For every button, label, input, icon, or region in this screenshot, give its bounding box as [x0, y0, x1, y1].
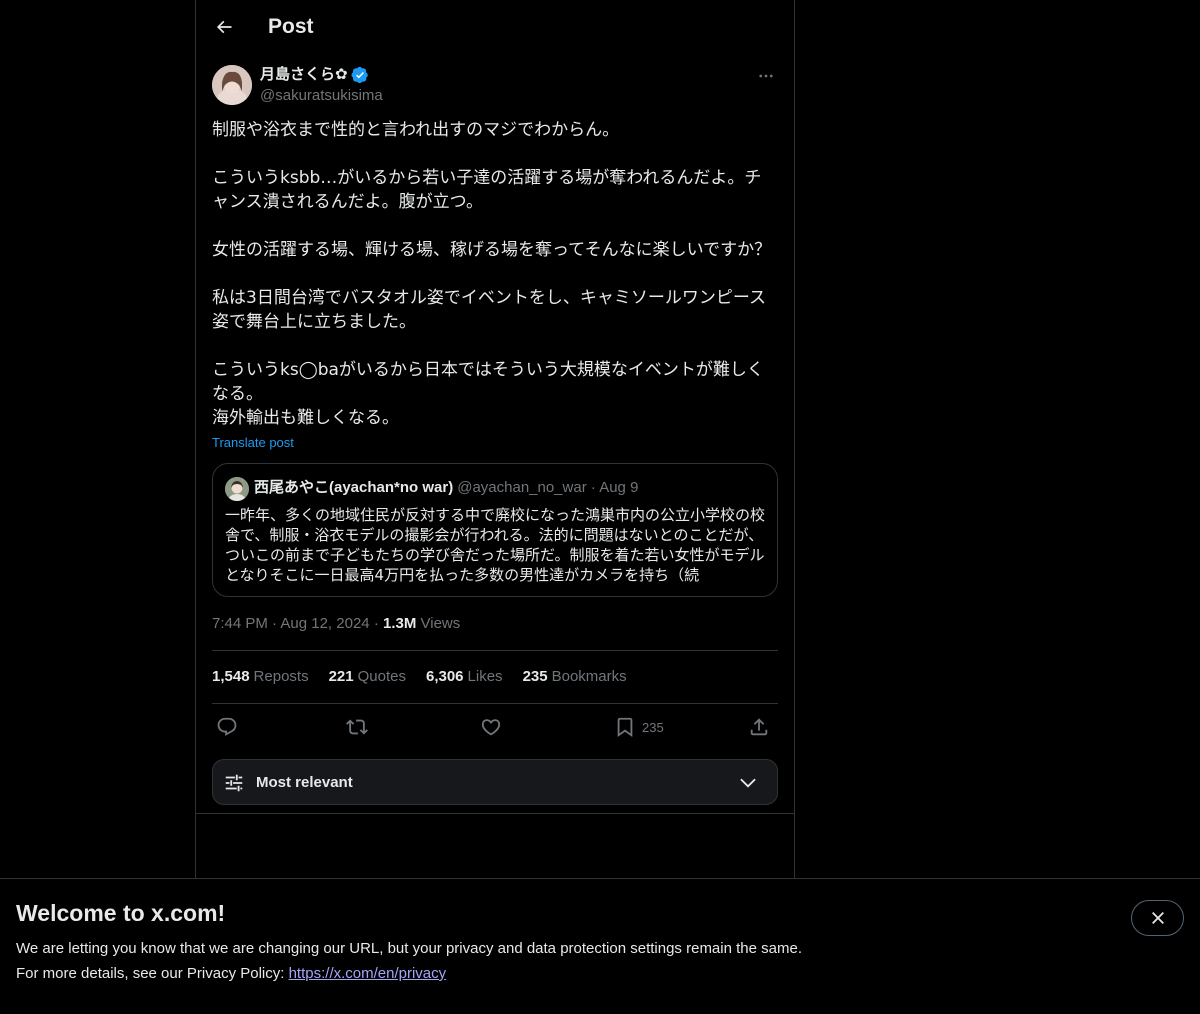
meta-separator: ·: [272, 615, 278, 632]
author-handle[interactable]: @sakuratsukisima: [260, 86, 383, 106]
post-line: 私は3日間台湾でバスタオル姿でイベントをし、キャミソールワンピース姿で舞台上に立…: [212, 288, 766, 332]
page-title: Post: [268, 15, 314, 38]
post-date[interactable]: Aug 12, 2024: [280, 615, 369, 632]
stat-quotes[interactable]: 221 Quotes: [329, 667, 406, 687]
quote-avatar-image: [225, 477, 249, 501]
like-button[interactable]: [480, 712, 502, 742]
heart-icon: [481, 719, 501, 736]
quoted-post[interactable]: 西尾あやこ(ayachan*no war) @ayachan_no_war · A…: [212, 463, 778, 597]
post-time[interactable]: 7:44 PM: [212, 615, 268, 632]
bookmark-button[interactable]: 235: [614, 712, 664, 742]
post-line: 海外輸出も難しくなる。: [212, 408, 399, 428]
stat-label: Bookmarks: [551, 668, 627, 685]
stat-label: Reposts: [253, 668, 309, 685]
banner-title: Welcome to x.com!: [16, 900, 226, 926]
top-bar: Post: [196, 0, 794, 54]
divider: [212, 650, 778, 651]
banner-line: We are letting you know that we are chan…: [16, 940, 802, 957]
avatar[interactable]: [212, 65, 252, 105]
repost-button[interactable]: [346, 712, 368, 742]
stat-count: 6,306: [425, 668, 464, 685]
action-bar: 235: [212, 712, 778, 742]
post-text: 制服や浴衣まで性的と言われ出すのマジでわからん。 こういうksbb…がいるから若…: [212, 118, 778, 430]
bookmark-count: 235: [642, 719, 664, 735]
quote-avatar: [225, 477, 249, 501]
meta-separator: ·: [373, 615, 379, 632]
post-line: 女性の活躍する場、輝ける場、稼げる場を奪ってそんなに楽しいですか？: [212, 240, 772, 260]
translate-post-link[interactable]: Translate post: [212, 434, 294, 452]
avatar-image: [212, 65, 252, 105]
more-horizontal-icon: [759, 74, 773, 78]
sort-label: Most relevant: [256, 774, 353, 791]
banner-line-prefix: For more details, see our Privacy Policy…: [16, 965, 289, 982]
post-meta: 7:44 PM · Aug 12, 2024 · 1.3M Views: [212, 614, 460, 634]
close-icon: [1151, 912, 1164, 924]
share-icon: [750, 718, 768, 736]
post-author: 月島さくら✿ @sakuratsukisima: [212, 64, 778, 108]
banner-line: For more details, see our Privacy Policy…: [16, 961, 802, 986]
banner-text: We are letting you know that we are chan…: [16, 936, 802, 986]
stat-count: 1,548: [212, 668, 250, 685]
post-line: 制服や浴衣まで性的と言われ出すのマジでわからん。: [212, 120, 620, 140]
close-banner-button[interactable]: [1131, 900, 1184, 936]
quote-author-name: 西尾あやこ(ayachan*no war): [254, 479, 454, 496]
author-name-text: 月島さくら✿: [260, 66, 348, 83]
primary-column: Post 月島さくら✿ @sakuratsukisima 制服や浴衣まで性的と言…: [195, 0, 795, 1014]
welcome-banner: Welcome to x.com! We are letting you kno…: [0, 878, 1200, 1014]
author-name[interactable]: 月島さくら✿: [260, 65, 369, 85]
bookmark-icon: [617, 717, 633, 738]
divider: [196, 813, 794, 814]
quote-date: · Aug 9: [590, 479, 639, 496]
chevron-down-icon: [740, 778, 756, 788]
reply-icon: [217, 717, 237, 736]
post-line: こういうks◯baがいるから日本ではそういう大規模なイベントが難しくなる。: [212, 360, 764, 404]
divider: [212, 703, 778, 704]
stat-count: 235: [522, 668, 548, 685]
stat-label: Likes: [467, 668, 503, 685]
quote-text: 一昨年、多くの地域住民が反対する中で廃校になった鴻巣市内の公立小学校の校舎で、制…: [225, 506, 766, 584]
reply-button[interactable]: [216, 712, 238, 742]
stat-bookmarks[interactable]: 235 Bookmarks: [523, 667, 627, 687]
more-options-button[interactable]: [754, 64, 778, 88]
views-label: Views: [420, 615, 461, 632]
stat-likes[interactable]: 6,306 Likes: [426, 667, 503, 687]
post-line: こういうksbb…がいるから若い子達の活躍する場が奪われるんだよ。チャンス潰され…: [212, 168, 762, 212]
privacy-policy-link[interactable]: https://x.com/en/privacy: [289, 965, 447, 982]
repost-icon: [346, 719, 368, 735]
stat-count: 221: [328, 668, 354, 685]
stat-label: Quotes: [357, 668, 406, 685]
back-button[interactable]: [208, 11, 240, 43]
verified-badge-icon: [351, 66, 368, 84]
share-button[interactable]: [748, 712, 770, 742]
post-stats: 1,548 Reposts 221 Quotes 6,306 Likes 235 Boo…: [212, 667, 627, 687]
views-count: 1.3M: [382, 615, 417, 632]
sliders-icon: [225, 774, 243, 792]
stat-reposts[interactable]: 1,548 Reposts: [212, 667, 309, 687]
reply-sort-dropdown[interactable]: Most relevant: [212, 759, 778, 805]
arrow-left-icon: [216, 20, 232, 34]
quote-author-handle: @ayachan_no_war: [457, 479, 587, 496]
quote-header: 西尾あやこ(ayachan*no war) @ayachan_no_war · A…: [254, 478, 638, 498]
